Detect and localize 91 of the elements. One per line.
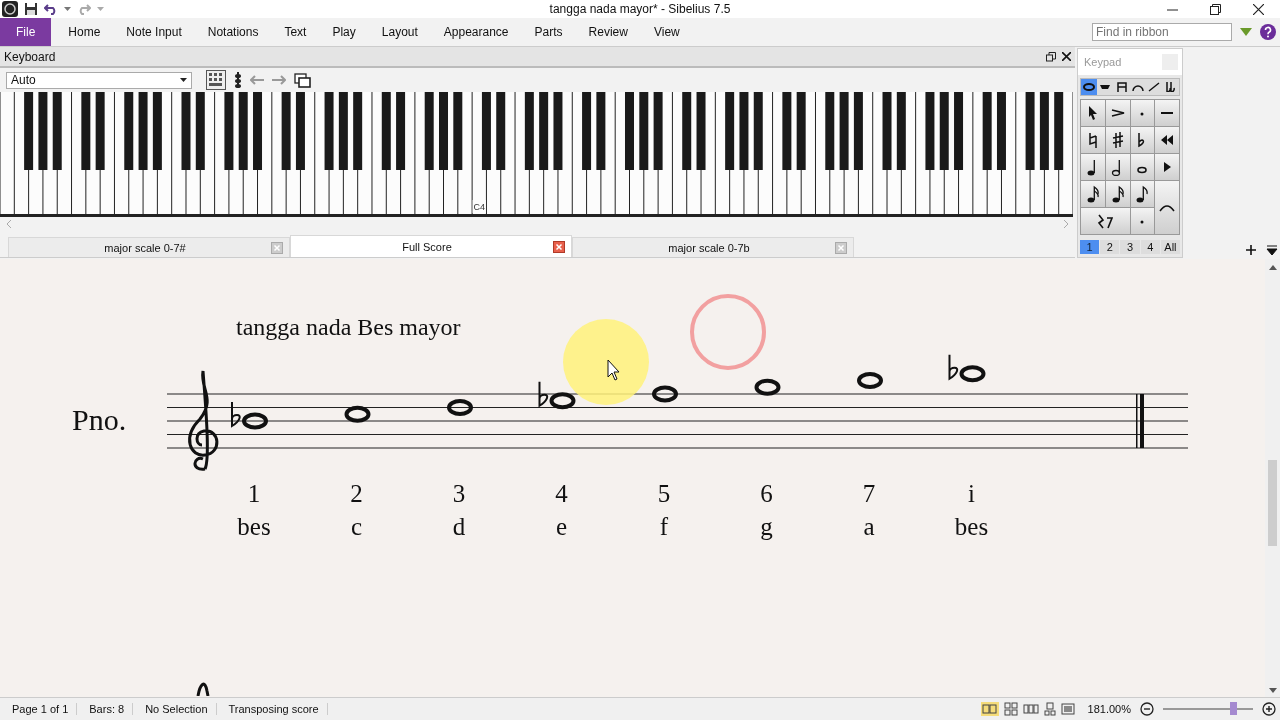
ribbon-tab[interactable]: Home — [55, 18, 114, 46]
close-icon[interactable] — [1062, 52, 1071, 61]
keypad-grid-icon[interactable] — [206, 70, 226, 90]
note-name: g — [760, 513, 773, 540]
whole-note-icon[interactable] — [231, 401, 268, 430]
whole-note-icon[interactable] — [652, 385, 678, 403]
scale-number: 2 — [350, 480, 363, 507]
piano-keyboard-drawing[interactable] — [0, 92, 1073, 217]
document-tab[interactable]: major scale 0-7# — [8, 237, 290, 257]
close-tab-icon[interactable] — [553, 240, 565, 253]
score-title: tangga nada Bes mayor — [236, 314, 461, 340]
document-tab[interactable]: major scale 0-7b — [572, 237, 854, 257]
scale-number: 1 — [247, 480, 261, 507]
caret-icon[interactable] — [180, 78, 187, 82]
whole-note-icon[interactable] — [948, 353, 986, 383]
zoom-slider-thumb[interactable] — [1230, 702, 1238, 715]
view-mode-icon[interactable] — [1043, 702, 1056, 716]
arrow-left-icon[interactable] — [250, 75, 264, 85]
note-name: c — [350, 513, 363, 540]
note-name: a — [863, 513, 875, 540]
status-text: No Selection — [133, 703, 217, 715]
whole-note-icon[interactable] — [754, 378, 781, 396]
ribbon-tab[interactable]: Text — [271, 18, 320, 46]
restore-icon[interactable] — [1210, 3, 1221, 15]
voice-button[interactable]: 1 — [1080, 240, 1100, 254]
window-title: tangga nada mayor* - Sibelius 7.5 — [549, 2, 731, 16]
whole-note-icon[interactable] — [538, 380, 576, 410]
close-icon[interactable] — [1253, 3, 1264, 15]
scale-number: 4 — [555, 480, 568, 507]
ribbon-tab[interactable]: File — [0, 18, 52, 46]
app-logo-icon — [2, 1, 18, 17]
arrow-right-icon[interactable] — [272, 75, 286, 85]
instrument-name: Pno. — [72, 403, 127, 436]
ribbon-tab[interactable]: Appearance — [430, 18, 522, 46]
view-mode-icon[interactable] — [1060, 703, 1075, 715]
scale-number: 7 — [862, 480, 876, 507]
scale-number: i — [968, 480, 975, 507]
view-mode-icon[interactable] — [980, 702, 999, 716]
whole-note-icon[interactable] — [344, 405, 371, 423]
help-icon[interactable] — [1260, 24, 1276, 40]
note-name: bes — [954, 513, 989, 540]
key-label: C4 — [473, 202, 486, 212]
note-stack-icon[interactable] — [234, 72, 242, 88]
scale-number: 3 — [452, 480, 466, 507]
document-tab[interactable]: Full Score — [290, 235, 572, 257]
voice-button[interactable]: All — [1160, 240, 1180, 254]
rest-icon[interactable] — [1097, 212, 1114, 230]
status-text: Page 1 of 1 — [0, 703, 78, 715]
save-icon[interactable] — [24, 2, 38, 16]
scrollbar-thumb[interactable] — [1268, 460, 1277, 546]
status-text: Bars: 8 — [77, 703, 134, 715]
note-name: f — [659, 513, 669, 540]
dropdown-triangle-icon[interactable] — [1240, 28, 1252, 36]
view-mode-icon[interactable] — [1022, 703, 1039, 715]
voice-button[interactable]: 2 — [1100, 240, 1120, 254]
ribbon-tab[interactable]: Parts — [521, 18, 576, 46]
note-name: e — [555, 513, 568, 540]
voice-button[interactable]: 4 — [1140, 240, 1160, 254]
note-name: bes — [237, 513, 271, 540]
add-icon[interactable] — [1244, 243, 1258, 257]
dropdown-caret-icon[interactable] — [64, 7, 71, 11]
ribbon-tab[interactable]: Notations — [194, 18, 272, 46]
zoom-out-icon[interactable] — [1140, 702, 1154, 716]
panel-title: Keypad — [1084, 56, 1122, 68]
ribbon-tab[interactable]: Note Input — [113, 18, 195, 46]
note-name: d — [452, 513, 466, 540]
zoom-level: 181.00% — [1087, 703, 1131, 715]
ribbon-tab[interactable]: View — [640, 18, 693, 46]
whole-note-icon[interactable] — [447, 399, 473, 416]
ribbon-tab[interactable]: Review — [575, 18, 641, 46]
tab-menu-icon[interactable] — [1266, 244, 1278, 256]
ribbon-tab[interactable]: Layout — [368, 18, 431, 46]
scale-number: 6 — [760, 480, 773, 507]
float-panel-icon[interactable] — [1046, 51, 1056, 62]
undo-icon[interactable] — [44, 3, 58, 15]
panel-title: Keyboard — [4, 49, 56, 64]
view-mode-icon[interactable] — [1003, 702, 1018, 716]
voice-button[interactable]: 3 — [1120, 240, 1140, 254]
final-barline — [1136, 394, 1144, 448]
zoom-in-icon[interactable] — [1262, 702, 1276, 716]
mode-dropdown[interactable]: Auto — [6, 71, 192, 89]
status-text: Transposing score — [216, 703, 328, 715]
keypad-button[interactable] — [1081, 208, 1130, 234]
mouse-pointer-icon — [607, 359, 620, 381]
whole-note-icon[interactable] — [857, 372, 883, 389]
scale-number: 5 — [657, 480, 671, 507]
scroll-up-icon[interactable] — [1268, 265, 1277, 270]
ribbon-tab[interactable]: Play — [319, 18, 369, 46]
search-field[interactable]: Find in ribbon — [1092, 23, 1232, 41]
overlap-windows-icon[interactable] — [294, 72, 311, 88]
scroll-down-icon[interactable] — [1268, 688, 1277, 693]
